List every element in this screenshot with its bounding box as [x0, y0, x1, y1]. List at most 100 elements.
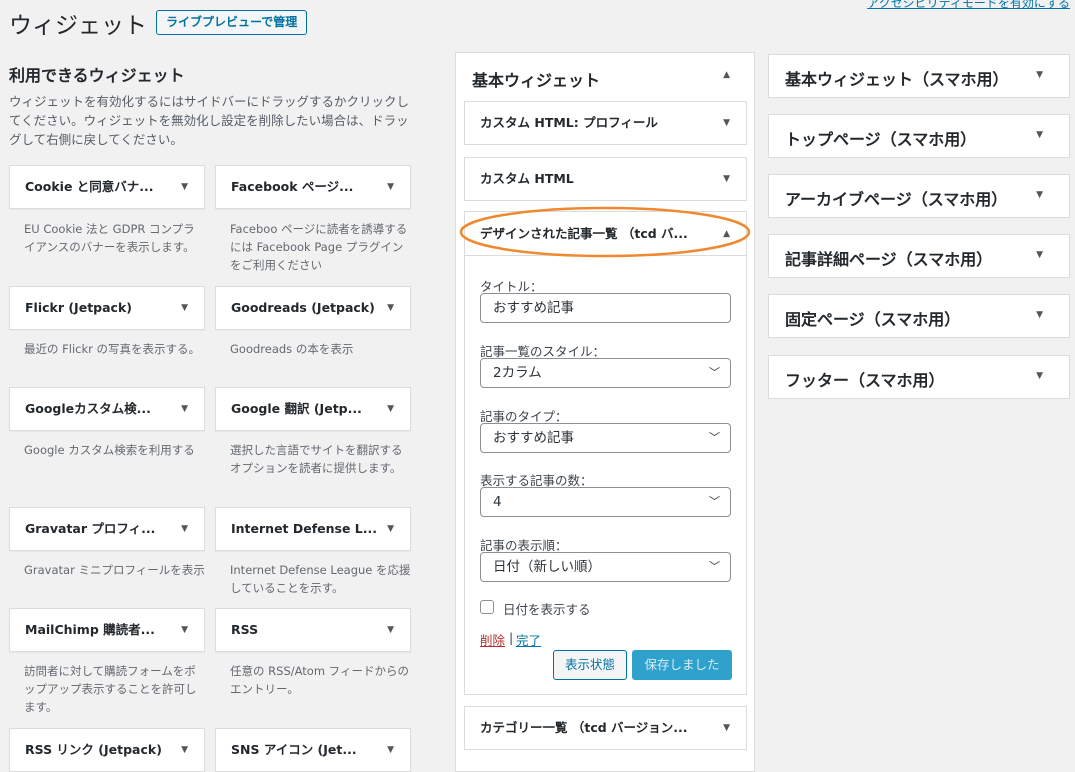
page-title: ウィジェット [9, 13, 147, 39]
title-input[interactable]: おすすめ記事 [480, 293, 731, 323]
widget-title: Cookie と同意バナ... [25, 179, 154, 194]
count-select-value: 4 [493, 494, 502, 510]
link-separator: | [509, 630, 514, 645]
type-select[interactable]: おすすめ記事 ﹀ [480, 423, 731, 453]
widget-sns-icons[interactable]: SNS アイコン (Jet... ▼ [215, 728, 411, 772]
widget-description: 任意の RSS/Atom フィードからのエントリー。 [230, 664, 409, 696]
triangle-down-icon: ▼ [387, 182, 394, 192]
sidebar-title: フッター（スマホ用） [785, 371, 945, 390]
triangle-down-icon: ▼ [181, 404, 188, 414]
triangle-down-icon: ▼ [181, 625, 188, 635]
accessibility-mode-link[interactable]: アクセシビリティモードを有効にする [867, 0, 1070, 11]
widget-description: 訪問者に対して購読フォームをポップアップ表示することを許可します。 [24, 664, 197, 714]
triangle-down-icon: ▼ [1036, 190, 1043, 200]
chevron-down-icon: ﹀ [709, 366, 720, 379]
show-date-checkbox[interactable] [480, 600, 494, 614]
triangle-down-icon: ▼ [387, 404, 394, 414]
widget-title: Gravatar プロフィ... [25, 521, 156, 536]
widget-internet-defense-league[interactable]: Internet Defense L... ▼ [215, 507, 411, 551]
sidebar-title: トップページ（スマホ用） [785, 130, 977, 149]
widget-flickr[interactable]: Flickr (Jetpack) ▼ [9, 286, 205, 330]
triangle-down-icon: ▼ [1036, 310, 1043, 320]
widget-rss[interactable]: RSS ▼ [215, 608, 411, 652]
triangle-down-icon: ▼ [387, 303, 394, 313]
triangle-down-icon: ▼ [1036, 250, 1043, 260]
sidebar-widget-custom-html[interactable]: カスタム HTML ▼ [464, 157, 747, 201]
sidebar-widget-category-list[interactable]: カテゴリー一覧 （tcd バージョン... ▼ [464, 706, 747, 750]
triangle-down-icon: ▼ [723, 118, 730, 128]
sidebar-title: アーカイブページ（スマホ用） [785, 190, 1008, 209]
widget-facebook-page[interactable]: Facebook ページ... ▼ [215, 165, 411, 209]
widget-title: Internet Defense L... [231, 521, 378, 536]
widget-gravatar[interactable]: Gravatar プロフィ... ▼ [9, 507, 205, 551]
widget-description: Gravatar ミニプロフィールを表示 [24, 563, 205, 577]
style-select-value: 2カラム [493, 365, 542, 381]
sidebar-top-page-mobile[interactable]: トップページ（スマホ用） ▼ [768, 114, 1070, 158]
sidebar-widget-designed-post-list: デザインされた記事一覧 （tcd バ... ▲ タイトル： おすすめ記事 記事一… [464, 211, 747, 695]
widget-goodreads[interactable]: Goodreads (Jetpack) ▼ [215, 286, 411, 330]
widget-description: 選択した言語でサイトを翻訳するオプションを読者に提供します。 [230, 443, 403, 475]
sidebar-basic-widgets: 基本ウィジェット ▲ カスタム HTML: プロフィール ▼ カスタム HTML ▼… [455, 52, 755, 772]
sidebar-post-detail-mobile[interactable]: 記事詳細ページ（スマホ用） ▼ [768, 234, 1070, 278]
sidebar-static-page-mobile[interactable]: 固定ページ（スマホ用） ▼ [768, 294, 1070, 338]
order-select[interactable]: 日付（新しい順） ﹀ [480, 552, 731, 582]
save-button[interactable]: 保存しました [632, 650, 732, 680]
triangle-down-icon: ▼ [1036, 130, 1043, 140]
order-select-value: 日付（新しい順） [493, 559, 601, 575]
widget-description: 最近の Flickr の写真を表示する。 [24, 342, 201, 356]
show-date-label: 日付を表示する [503, 602, 591, 617]
chevron-down-icon: ﹀ [709, 495, 720, 508]
triangle-down-icon: ▼ [387, 524, 394, 534]
triangle-down-icon: ▼ [181, 303, 188, 313]
widget-description: Goodreads の本を表示 [230, 342, 354, 356]
widget-description: Internet Defense League を応援していることを示す。 [230, 563, 411, 595]
sidebar-widget-custom-html-profile[interactable]: カスタム HTML: プロフィール ▼ [464, 101, 747, 145]
widget-description: EU Cookie 法と GDPR コンプライアンスのバナーを表示します。 [24, 222, 195, 254]
highlight-ellipse [459, 206, 751, 258]
triangle-down-icon: ▼ [181, 182, 188, 192]
sidebar-archive-page-mobile[interactable]: アーカイブページ（スマホ用） ▼ [768, 174, 1070, 218]
delete-link[interactable]: 削除 [480, 630, 505, 649]
triangle-up-icon[interactable]: ▲ [723, 70, 730, 80]
count-select[interactable]: 4 ﹀ [480, 487, 731, 517]
widget-title: Flickr (Jetpack) [25, 300, 132, 315]
widget-title: RSS [231, 622, 259, 637]
available-widgets-description: ウィジェットを有効化するにはサイドバーにドラッグするかクリックしてください。ウィ… [9, 94, 410, 147]
triangle-down-icon: ▼ [181, 524, 188, 534]
widget-description: Google カスタム検索を利用する [24, 443, 195, 457]
sidebar-title: 固定ページ（スマホ用） [785, 310, 961, 329]
widget-description: Faceboo ページに読者を誘導するには Facebook Page プラグイ… [230, 222, 408, 272]
triangle-down-icon: ▼ [387, 625, 394, 635]
done-link[interactable]: 完了 [516, 630, 541, 649]
widget-rss-links[interactable]: RSS リンク (Jetpack) ▼ [9, 728, 205, 772]
widget-google-translate[interactable]: Google 翻訳 (Jetp... ▼ [215, 387, 411, 431]
widget-title: Googleカスタム検... [25, 401, 151, 416]
sidebar-title: 基本ウィジェット [472, 71, 601, 90]
visibility-button[interactable]: 表示状態 [553, 650, 627, 680]
sidebar-footer-mobile[interactable]: フッター（スマホ用） ▼ [768, 355, 1070, 399]
widget-google-custom-search[interactable]: Googleカスタム検... ▼ [9, 387, 205, 431]
widget-title: カテゴリー一覧 （tcd バージョン... [480, 720, 688, 735]
widget-title: Google 翻訳 (Jetp... [231, 401, 362, 416]
triangle-down-icon: ▼ [387, 745, 394, 755]
widget-cookie-banner[interactable]: Cookie と同意バナ... ▼ [9, 165, 205, 209]
triangle-down-icon: ▼ [1036, 70, 1043, 80]
triangle-down-icon: ▼ [1036, 371, 1043, 381]
available-widgets-heading: 利用できるウィジェット [9, 66, 185, 85]
widget-title: SNS アイコン (Jet... [231, 742, 357, 757]
sidebar-title: 基本ウィジェット（スマホ用） [785, 70, 1009, 89]
chevron-down-icon: ﹀ [709, 560, 720, 573]
triangle-down-icon: ▼ [723, 174, 730, 184]
widget-title: カスタム HTML [480, 171, 574, 186]
style-select[interactable]: 2カラム ﹀ [480, 358, 731, 388]
triangle-down-icon: ▼ [181, 745, 188, 755]
live-preview-button[interactable]: ライブプレビューで管理 [156, 10, 308, 35]
widget-title: Facebook ページ... [231, 179, 354, 194]
sidebar-title: 記事詳細ページ（スマホ用） [785, 250, 993, 269]
type-select-value: おすすめ記事 [493, 430, 574, 446]
sidebar-basic-widgets-mobile[interactable]: 基本ウィジェット（スマホ用） ▼ [768, 54, 1070, 98]
widget-mailchimp[interactable]: MailChimp 購読者... ▼ [9, 608, 205, 652]
widget-title: RSS リンク (Jetpack) [25, 742, 162, 757]
triangle-down-icon: ▼ [723, 723, 730, 733]
widget-title: Goodreads (Jetpack) [231, 300, 375, 315]
